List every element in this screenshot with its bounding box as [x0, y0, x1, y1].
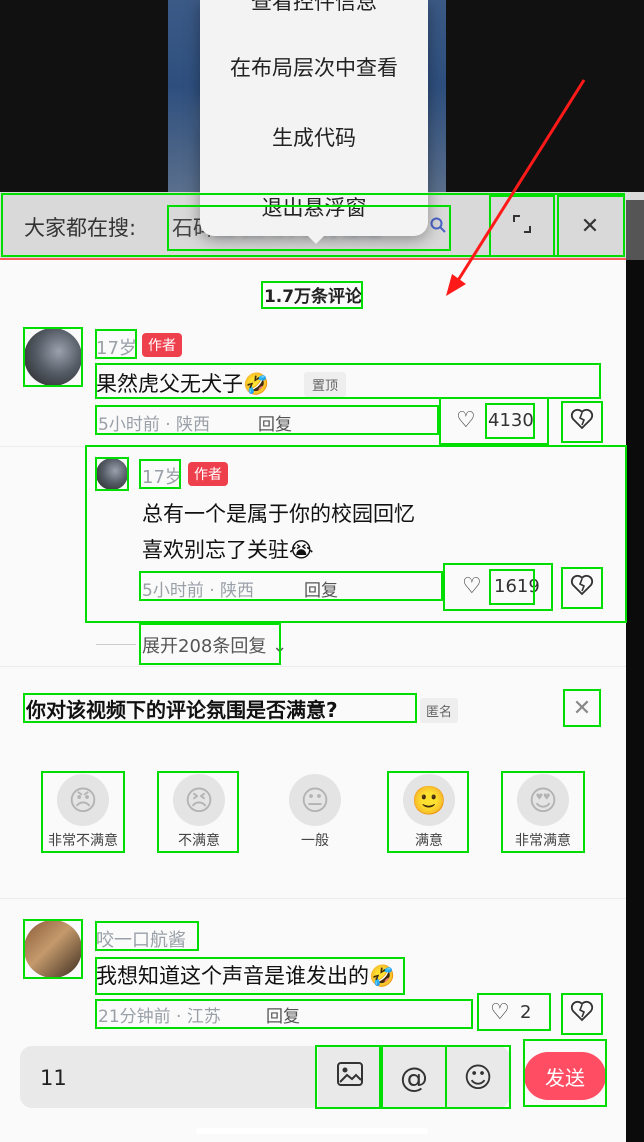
send-button[interactable]: 发送 — [524, 1052, 606, 1100]
comment-text-line[interactable]: 总有一个是属于你的校园回忆 — [142, 498, 415, 528]
emoji-button[interactable]: ☺ — [446, 1046, 510, 1108]
reply-button[interactable]: 回复 — [258, 410, 292, 435]
pinned-badge: 置顶 — [304, 372, 347, 397]
smile-face-icon: 🙂 — [403, 774, 455, 826]
rating-neutral[interactable]: 😐 一般 — [274, 772, 356, 852]
close-button[interactable]: ✕ — [558, 196, 622, 256]
comment-input[interactable]: 11 — [20, 1046, 316, 1108]
survey-close-button[interactable]: ✕ — [564, 690, 600, 726]
comment-username[interactable]: 17岁 — [96, 334, 137, 360]
expand-line — [96, 644, 136, 645]
rating-label: 非常满意 — [515, 833, 571, 849]
comment-text[interactable]: 果然虎父无犬子🤣 — [96, 368, 269, 398]
rating-satisfied[interactable]: 🙂 满意 — [388, 772, 470, 852]
rating-label: 一般 — [301, 833, 329, 849]
rating-unsatisfied[interactable]: 😣 不满意 — [158, 772, 240, 852]
emoji-icon: ☺ — [463, 1060, 493, 1094]
menu-item-generate-code[interactable]: 生成代码 — [200, 122, 428, 152]
rating-label: 不满意 — [178, 833, 220, 849]
frown-face-icon: 😣 — [173, 774, 225, 826]
image-button[interactable] — [318, 1046, 382, 1108]
mention-button[interactable]: @ — [382, 1046, 446, 1108]
rating-very-unsatisfied[interactable]: 😠 非常不满意 — [42, 772, 124, 852]
expand-icon — [511, 213, 533, 239]
chevron-down-icon: ⌄ — [272, 636, 288, 657]
heart-icon[interactable]: ♡ — [456, 408, 476, 433]
comment-meta: 21分钟前 · 江苏 — [98, 1007, 221, 1027]
comment-text-line[interactable]: 喜欢别忘了关驻😭 — [142, 534, 314, 564]
heart-icon[interactable]: ♡ — [462, 574, 482, 599]
heart-icon[interactable]: ♡ — [490, 1000, 510, 1025]
comment-meta: 5小时前 · 陕西 — [98, 415, 211, 435]
rating-label: 满意 — [415, 833, 443, 849]
rating-very-satisfied[interactable]: 😍 非常满意 — [502, 772, 584, 852]
broken-heart-icon[interactable] — [570, 1000, 594, 1028]
reply-button[interactable]: 回复 — [304, 576, 338, 601]
avatar[interactable] — [24, 328, 82, 386]
comment-username[interactable]: 咬一口航酱 — [96, 926, 186, 952]
divider — [0, 446, 626, 447]
search-icon[interactable] — [430, 217, 446, 238]
like-count: 4130 — [488, 410, 534, 431]
like-count: 2 — [520, 1002, 532, 1023]
menu-notch — [304, 232, 328, 244]
author-badge: 作者 — [188, 462, 228, 486]
comment-meta: 5小时前 · 陕西 — [142, 581, 255, 601]
home-indicator — [196, 1128, 428, 1134]
broken-heart-icon[interactable] — [570, 408, 594, 436]
image-icon — [336, 1061, 364, 1094]
menu-item-exit-floating-window[interactable]: 退出悬浮窗 — [200, 192, 428, 222]
rating-label: 非常不满意 — [48, 833, 118, 849]
menu-item-view-control-info[interactable]: 查看控件信息 — [200, 0, 428, 16]
at-icon: @ — [400, 1060, 428, 1094]
close-icon: ✕ — [572, 695, 592, 721]
close-icon: ✕ — [580, 213, 600, 239]
expand-replies-button[interactable]: 展开208条回复 ⌄ — [142, 632, 287, 658]
edge-strip — [626, 200, 644, 260]
comment-text[interactable]: 我想知道这个声音是谁发出的🤣 — [96, 960, 395, 990]
anonymous-badge: 匿名 — [420, 698, 459, 723]
broken-heart-icon[interactable] — [570, 574, 594, 602]
author-badge: 作者 — [142, 333, 182, 357]
heart-eyes-face-icon: 😍 — [517, 774, 569, 826]
angry-face-icon: 😠 — [57, 774, 109, 826]
survey-question: 你对该视频下的评论氛围是否满意? — [26, 698, 338, 722]
search-label: 大家都在搜: — [24, 216, 137, 240]
divider — [0, 666, 626, 667]
comment-username[interactable]: 17岁 — [142, 463, 183, 489]
reply-button[interactable]: 回复 — [266, 1002, 300, 1027]
comment-count-title: 1.7万条评论 — [263, 287, 363, 307]
like-count: 1619 — [494, 576, 540, 597]
avatar[interactable] — [24, 920, 82, 978]
expand-replies-label: 展开208条回复 — [142, 636, 267, 657]
neutral-face-icon: 😐 — [289, 774, 341, 826]
divider — [0, 898, 626, 899]
expand-button[interactable] — [490, 196, 554, 256]
avatar[interactable] — [96, 458, 128, 490]
menu-item-view-in-layout[interactable]: 在布局层次中查看 — [200, 52, 428, 82]
